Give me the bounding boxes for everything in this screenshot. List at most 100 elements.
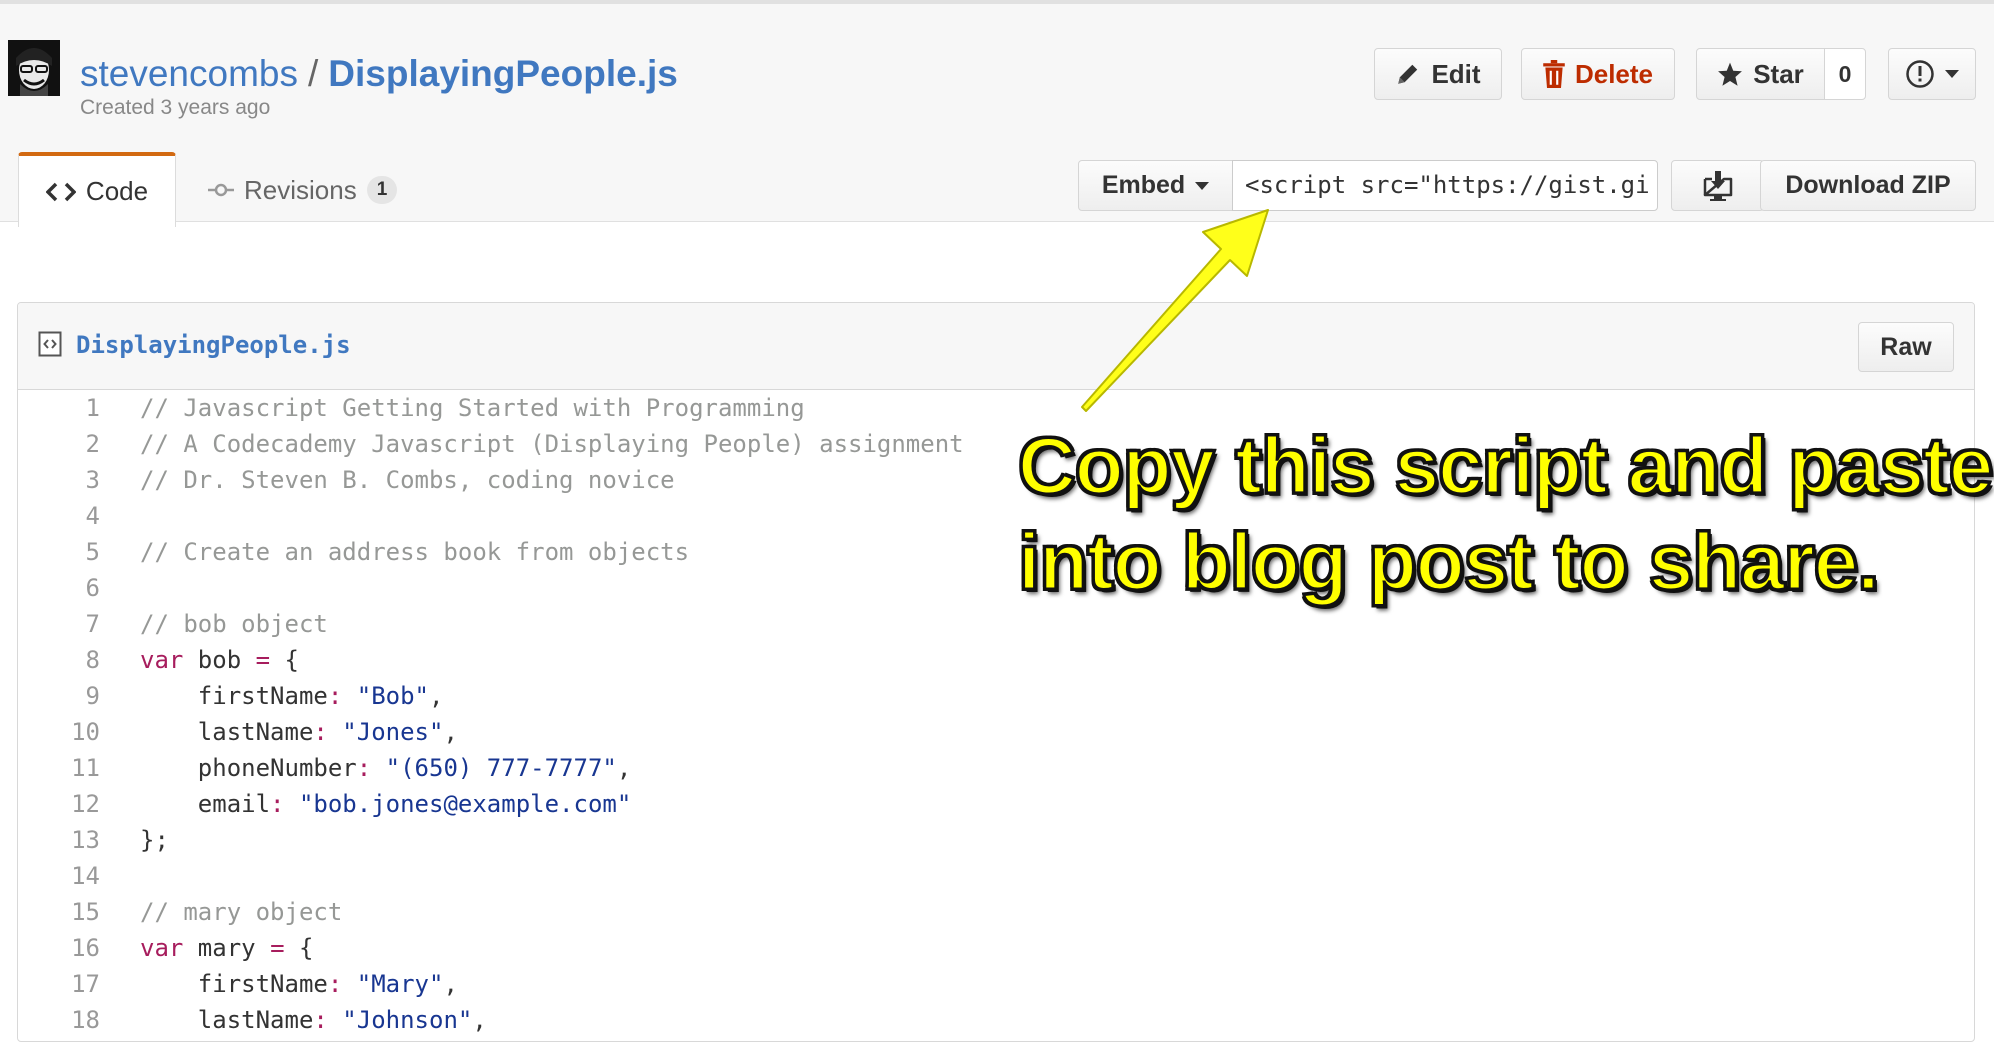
report-dropdown-button[interactable] [1888,48,1976,100]
caret-down-icon [1945,70,1959,78]
edit-button[interactable]: Edit [1374,48,1502,100]
code-text: email: "bob.jones@example.com" [140,786,632,822]
code-token-plain: email [140,790,271,818]
code-text: var bob = { [140,642,299,678]
code-line: 13}; [18,822,1974,858]
code-token-keyword: : [327,682,343,710]
code-token-plain: lastName [140,718,314,746]
code-line: 16 var mary = { [18,930,1974,966]
line-number[interactable]: 12 [18,786,140,822]
line-number[interactable]: 15 [18,894,140,930]
code-line: 11 phoneNumber: "(650) 777-7777", [18,750,1974,786]
code-token-plain: , [616,754,632,782]
code-token-plain: bob [183,646,256,674]
clone-desktop-button[interactable] [1671,160,1764,211]
tab-code[interactable]: Code [18,152,176,227]
code-token-plain: { [284,934,314,962]
gist-name-link[interactable]: DisplayingPeople.js [328,53,678,94]
alert-icon [1906,60,1934,88]
star-count[interactable]: 0 [1824,48,1866,100]
code-token-plain: lastName [140,1006,314,1034]
edit-label: Edit [1431,58,1481,89]
code-text: // Dr. Steven B. Combs, coding novice [140,462,675,498]
code-token-comment: // mary object [140,898,343,926]
code-token-string: "Mary" [356,970,444,998]
line-number[interactable]: 7 [18,606,140,642]
code-token-keyword: : [327,970,343,998]
code-token-comment: // bob object [140,610,328,638]
code-line: 14 [18,858,1974,894]
avatar[interactable] [8,40,60,96]
code-token-plain: phoneNumber [140,754,357,782]
code-token-plain: , [443,718,458,746]
code-token-string: "Bob" [356,682,429,710]
title-separator: / [308,53,319,94]
code-token-string: "Johnson" [342,1006,473,1034]
code-line: 7// bob object [18,606,1974,642]
code-token-keyword: = [270,934,285,962]
code-text: lastName: "Jones", [140,714,458,750]
line-number[interactable]: 18 [18,1002,140,1038]
line-number[interactable]: 17 [18,966,140,1002]
delete-button[interactable]: Delete [1521,48,1675,100]
file-header: DisplayingPeople.js Raw [18,303,1974,390]
line-number[interactable]: 14 [18,858,140,894]
code-token-keyword: : [313,718,328,746]
code-token-string: "(650) 777-7777" [385,754,617,782]
file-name-link[interactable]: DisplayingPeople.js [76,331,351,359]
code-token-keyword: : [356,754,372,782]
line-number[interactable]: 8 [18,642,140,678]
code-text: }; [140,822,169,858]
line-number[interactable]: 2 [18,426,140,462]
line-number[interactable]: 10 [18,714,140,750]
code-token-plain: , [429,682,444,710]
revisions-count: 1 [366,176,398,204]
code-token-plain: , [472,1006,487,1034]
tab-revisions[interactable]: Revisions 1 [208,170,398,210]
raw-button[interactable]: Raw [1858,322,1954,372]
trash-icon [1543,60,1565,88]
embed-label: Embed [1101,171,1186,199]
download-zip-button[interactable]: Download ZIP [1760,160,1976,211]
line-number[interactable]: 13 [18,822,140,858]
code-line: 17 firstName: "Mary", [18,966,1974,1002]
line-number[interactable]: 16 [18,930,140,966]
line-number[interactable]: 9 [18,678,140,714]
star-label: Star [1753,58,1804,89]
code-line: 12 email: "bob.jones@example.com" [18,786,1974,822]
tab-revisions-label: Revisions [244,174,357,205]
line-number[interactable]: 1 [18,390,140,426]
code-token-string: "Jones" [342,718,444,746]
line-number[interactable]: 6 [18,570,140,606]
owner-link[interactable]: stevencombs [80,53,298,94]
code-text: // bob object [140,606,328,642]
line-number[interactable]: 4 [18,498,140,534]
embed-url-input[interactable]: <script src="https://gist.gi [1232,160,1658,211]
code-text: firstName: "Mary", [140,966,458,1002]
line-number[interactable]: 11 [18,750,140,786]
line-number[interactable]: 3 [18,462,140,498]
star-button[interactable]: Star [1696,48,1825,100]
code-token-comment: // A Codecademy Javascript (Displaying P… [140,430,964,458]
pencil-icon [1398,64,1418,84]
code-token-plain: firstName [140,970,328,998]
created-timestamp: Created 3 years ago [80,96,271,119]
code-token-comment: // Create an address book from objects [140,538,690,566]
desktop-download-icon [1703,170,1732,201]
code-token-keyword: : [270,790,285,818]
code-token-plain: firstName [140,682,328,710]
code-brackets-icon [45,182,76,201]
caret-down-icon [1195,181,1210,190]
line-number[interactable]: 5 [18,534,140,570]
annotation-arrow [1081,209,1269,412]
code-line: 15// mary object [18,894,1974,930]
code-line: 8 var bob = { [18,642,1974,678]
file-container: DisplayingPeople.js Raw 1// Javascript G… [17,302,1975,1042]
file-code-icon [38,331,62,357]
gist-title: stevencombs / DisplayingPeople.js [80,50,678,98]
code-text: // Create an address book from objects [140,534,689,570]
